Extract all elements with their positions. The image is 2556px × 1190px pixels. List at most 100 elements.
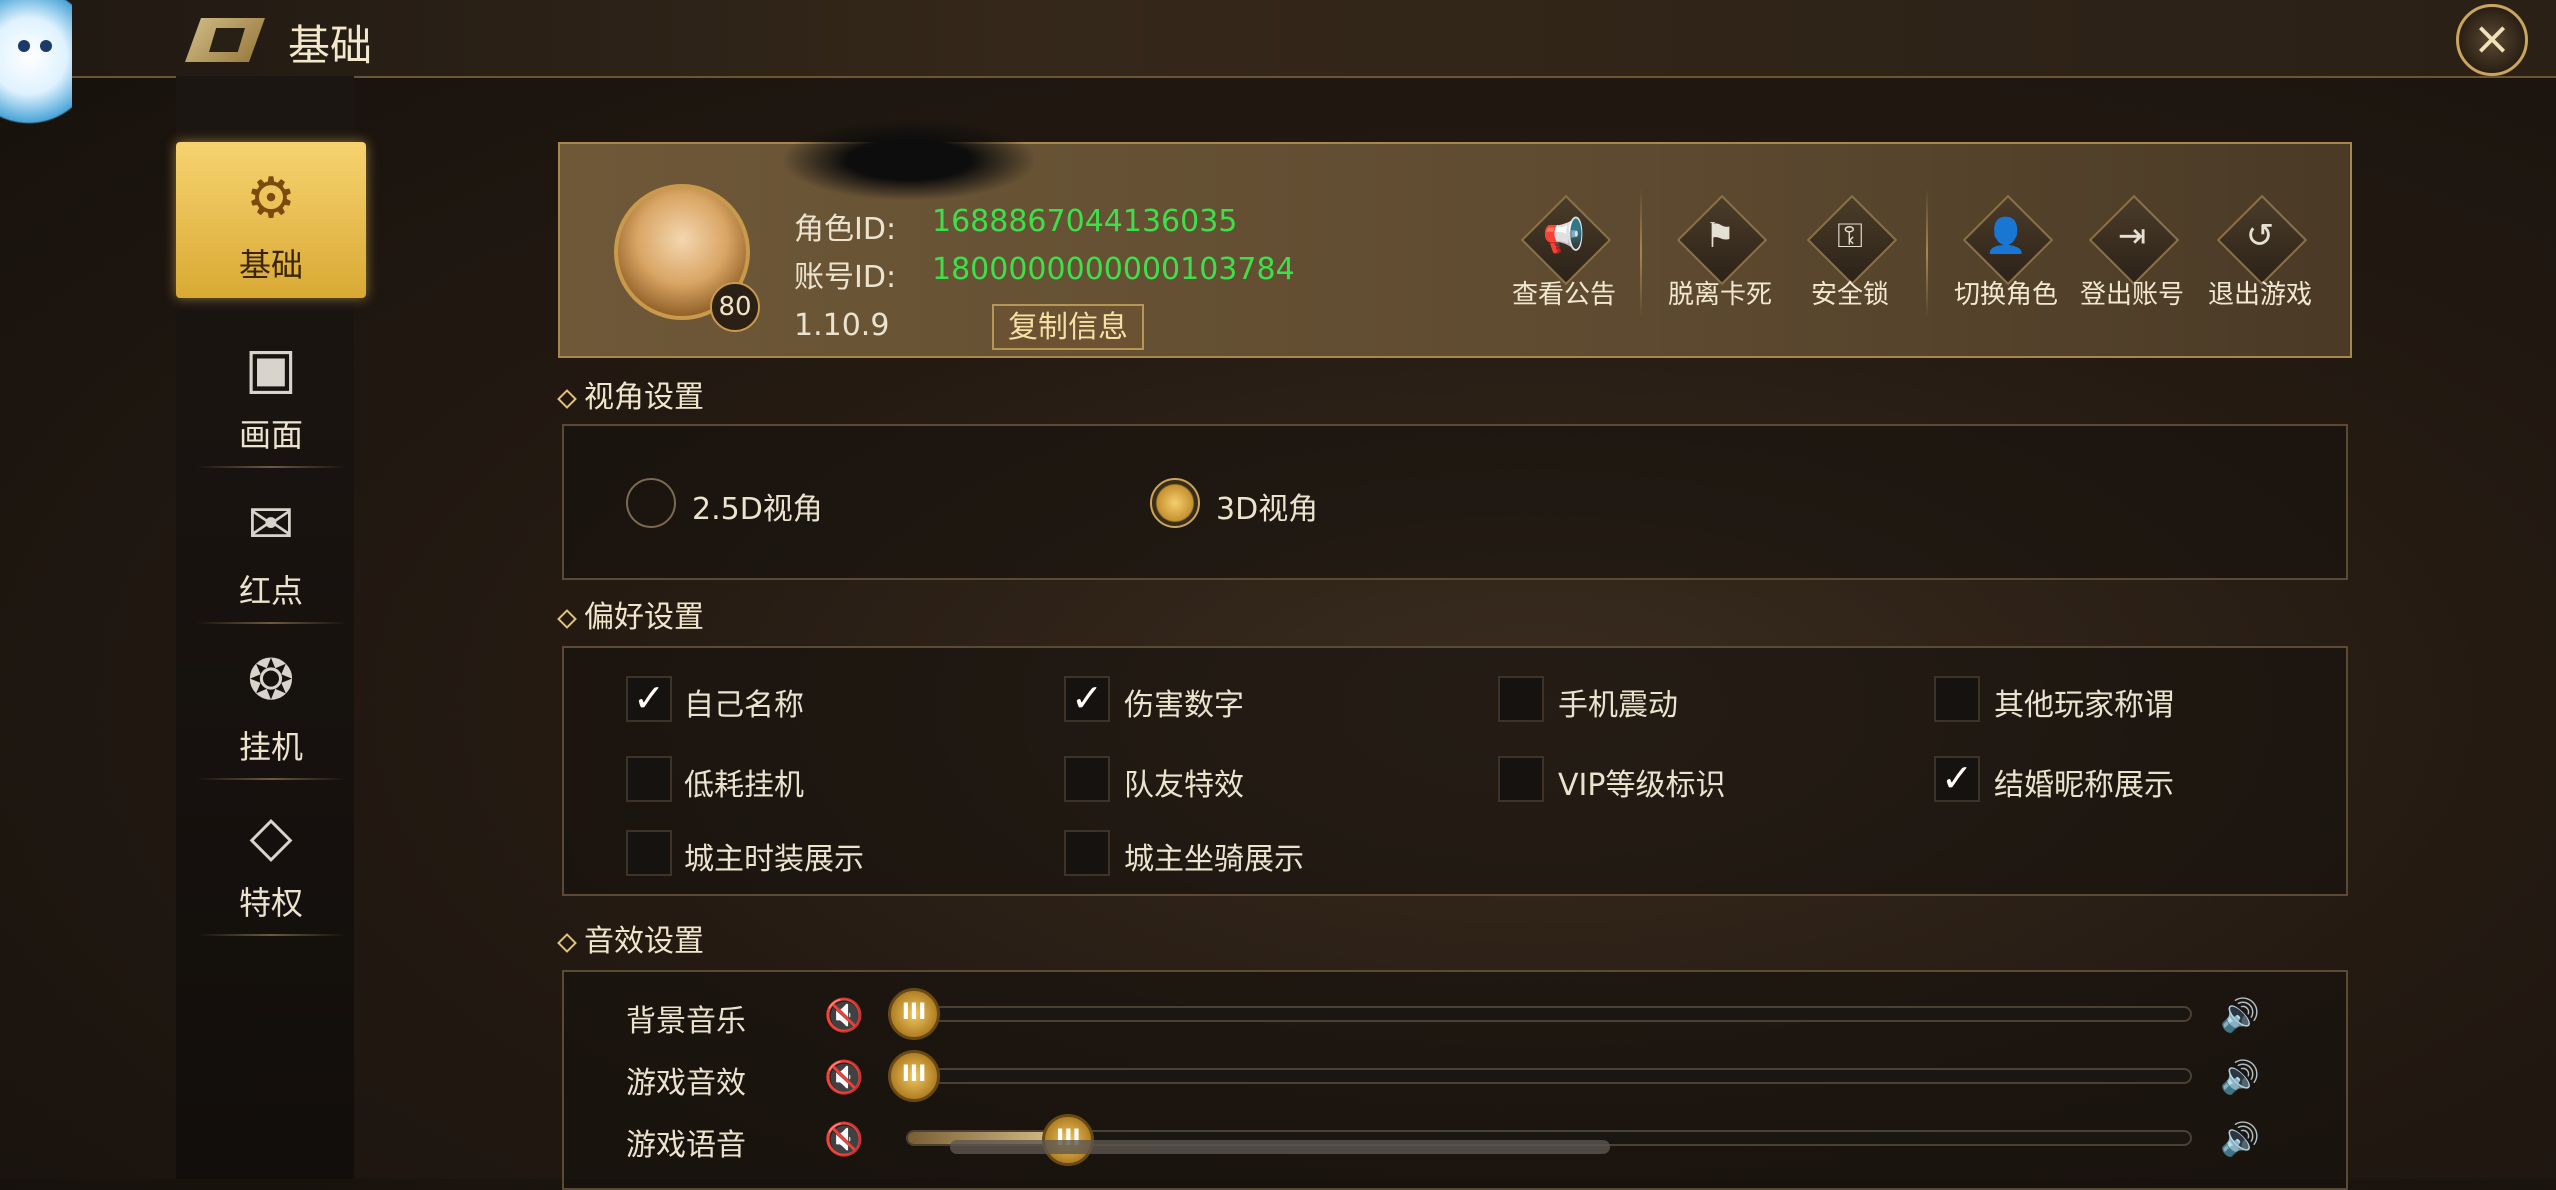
image-icon: ▣ bbox=[244, 336, 298, 401]
action-label: 查看公告 bbox=[1511, 280, 1616, 310]
checkbox-own-name[interactable]: ✓ bbox=[626, 676, 672, 722]
radio-3d[interactable] bbox=[1150, 478, 1200, 528]
close-icon[interactable]: × bbox=[2456, 4, 2528, 76]
sidebar-item-graphics[interactable]: ▣ 画面 bbox=[176, 312, 366, 468]
sidebar-item-label: 红点 bbox=[238, 572, 303, 610]
section-diamond-icon bbox=[557, 388, 577, 409]
sidebar-item-basic[interactable]: ⚙ 基础 bbox=[176, 142, 366, 298]
diamond-icon: ◇ bbox=[249, 804, 293, 869]
view-announcement-button[interactable]: 📢 查看公告 bbox=[1504, 194, 1624, 314]
speaker-icon[interactable]: 🔊 bbox=[2220, 996, 2260, 1034]
profile-panel: 80 角色ID: 1688867044136035 账号ID: 18000000… bbox=[558, 120, 2352, 358]
checkbox-lord-costume[interactable] bbox=[626, 830, 672, 876]
slider-bgm[interactable] bbox=[906, 1006, 2192, 1022]
speaker-icon[interactable]: 🔊 bbox=[2220, 1058, 2260, 1096]
view-settings-title: 视角设置 bbox=[557, 372, 704, 416]
sidebar-item-autoplay[interactable]: ❂ 挂机 bbox=[176, 624, 366, 780]
switch-user-icon: 👤 bbox=[1984, 216, 2028, 256]
checkbox-vip-badge[interactable] bbox=[1498, 756, 1544, 802]
checkbox-other-player-titles[interactable] bbox=[1934, 676, 1980, 722]
option-label: 其他玩家称谓 bbox=[1994, 688, 2174, 723]
preference-settings-box: ✓ 自己名称 ✓ 伤害数字 手机震动 其他玩家称谓 低耗挂机 队友特效 VIP等… bbox=[562, 646, 2348, 896]
checkbox-phone-vibration[interactable] bbox=[1498, 676, 1544, 722]
unstuck-button[interactable]: ⚑ 脱离卡死 bbox=[1660, 194, 1780, 314]
divider bbox=[1926, 188, 1928, 318]
top-bar: 基础 bbox=[0, 0, 2556, 78]
slider-label-bgm: 背景音乐 bbox=[626, 1004, 746, 1039]
sidebar-item-label: 挂机 bbox=[238, 728, 303, 766]
option-label: 低耗挂机 bbox=[684, 768, 804, 803]
checkbox-teammate-effects[interactable] bbox=[1064, 756, 1110, 802]
sidebar-item-label: 特权 bbox=[238, 884, 303, 922]
unstuck-icon: ⚑ bbox=[1704, 216, 1736, 256]
option-label: 2.5D视角 bbox=[692, 492, 823, 527]
logout-button[interactable]: ⇥ 登出账号 bbox=[2072, 194, 2192, 314]
checkbox-damage-numbers[interactable]: ✓ bbox=[1064, 676, 1110, 722]
flame-icon: ❂ bbox=[247, 648, 295, 713]
exit-game-icon: ↺ bbox=[2245, 216, 2275, 256]
divider bbox=[196, 934, 346, 936]
option-label: 城主时装展示 bbox=[684, 842, 864, 877]
switch-role-button[interactable]: 👤 切换角色 bbox=[1946, 194, 2066, 314]
security-lock-button[interactable]: ⚿ 安全锁 bbox=[1790, 194, 1910, 314]
option-label: VIP等级标识 bbox=[1558, 768, 1726, 803]
action-label: 退出游戏 bbox=[2207, 280, 2312, 310]
sidebar-item-label: 基础 bbox=[238, 246, 303, 284]
speaker-muted-icon[interactable]: 🔇 bbox=[824, 996, 864, 1034]
slider-label-voice: 游戏语音 bbox=[626, 1128, 746, 1163]
version-text: 1.10.9 bbox=[794, 308, 890, 343]
exit-game-button[interactable]: ↺ 退出游戏 bbox=[2200, 194, 2320, 314]
option-label: 结婚昵称展示 bbox=[1994, 768, 2174, 803]
speaker-muted-icon[interactable]: 🔇 bbox=[824, 1120, 864, 1158]
role-id-label: 角色ID: bbox=[794, 212, 897, 247]
scrollbar[interactable] bbox=[950, 1140, 1610, 1154]
action-label: 登出账号 bbox=[2079, 280, 2184, 310]
divider bbox=[1640, 188, 1642, 318]
sidebar-item-label: 画面 bbox=[238, 416, 303, 454]
role-id-value: 1688867044136035 bbox=[932, 204, 1238, 239]
checkbox-marriage-nickname[interactable]: ✓ bbox=[1934, 756, 1980, 802]
option-label: 队友特效 bbox=[1124, 768, 1244, 803]
option-label: 自己名称 bbox=[684, 688, 804, 723]
view-settings-box: 2.5D视角 3D视角 bbox=[562, 424, 2348, 580]
level-badge: 80 bbox=[710, 282, 760, 332]
section-diamond-icon bbox=[557, 608, 577, 629]
sidebar: ⚙ 基础 ▣ 画面 ✉ 红点 ❂ 挂机 ◇ 特权 bbox=[176, 76, 366, 1179]
mascot-avatar[interactable] bbox=[0, 0, 72, 140]
section-title-text: 视角设置 bbox=[584, 380, 704, 415]
slider-label-sfx: 游戏音效 bbox=[626, 1066, 746, 1101]
section-title-text: 音效设置 bbox=[584, 924, 704, 959]
speaker-icon[interactable]: 🔊 bbox=[2220, 1120, 2260, 1158]
page-title: 基础 bbox=[288, 21, 373, 70]
option-label: 伤害数字 bbox=[1124, 688, 1244, 723]
key-icon: ⚿ bbox=[1837, 216, 1863, 256]
speaker-muted-icon[interactable]: 🔇 bbox=[824, 1058, 864, 1096]
sound-settings-title: 音效设置 bbox=[557, 916, 704, 960]
checkbox-low-power-idle[interactable] bbox=[626, 756, 672, 802]
account-id-label: 账号ID: bbox=[794, 260, 897, 295]
action-label: 切换角色 bbox=[1953, 280, 2058, 310]
redacted-name bbox=[784, 120, 1034, 200]
option-label: 手机震动 bbox=[1558, 688, 1678, 723]
action-label: 安全锁 bbox=[1810, 280, 1889, 310]
section-diamond-icon bbox=[557, 932, 577, 953]
preference-settings-title: 偏好设置 bbox=[557, 592, 704, 636]
slider-knob-sfx[interactable]: III bbox=[888, 1050, 940, 1102]
sidebar-item-privilege[interactable]: ◇ 特权 bbox=[176, 780, 366, 936]
checkbox-lord-mount[interactable] bbox=[1064, 830, 1110, 876]
option-label: 3D视角 bbox=[1216, 492, 1319, 527]
mail-alert-icon: ✉ bbox=[247, 492, 295, 557]
sidebar-item-reddot[interactable]: ✉ 红点 bbox=[176, 468, 366, 624]
slider-sfx[interactable] bbox=[906, 1068, 2192, 1084]
account-id-value: 1800000000000103784 bbox=[932, 252, 1295, 287]
section-title-text: 偏好设置 bbox=[584, 600, 704, 635]
announcement-icon: 📢 bbox=[1542, 216, 1586, 256]
logout-icon: ⇥ bbox=[2117, 216, 2147, 256]
radio-2.5d[interactable] bbox=[626, 478, 676, 528]
gear-icon: ⚙ bbox=[245, 166, 297, 231]
action-label: 脱离卡死 bbox=[1667, 280, 1772, 310]
option-label: 城主坐骑展示 bbox=[1124, 842, 1304, 877]
slider-knob-bgm[interactable]: III bbox=[888, 988, 940, 1040]
logo-icon bbox=[185, 18, 265, 62]
copy-info-button[interactable]: 复制信息 bbox=[992, 304, 1144, 350]
